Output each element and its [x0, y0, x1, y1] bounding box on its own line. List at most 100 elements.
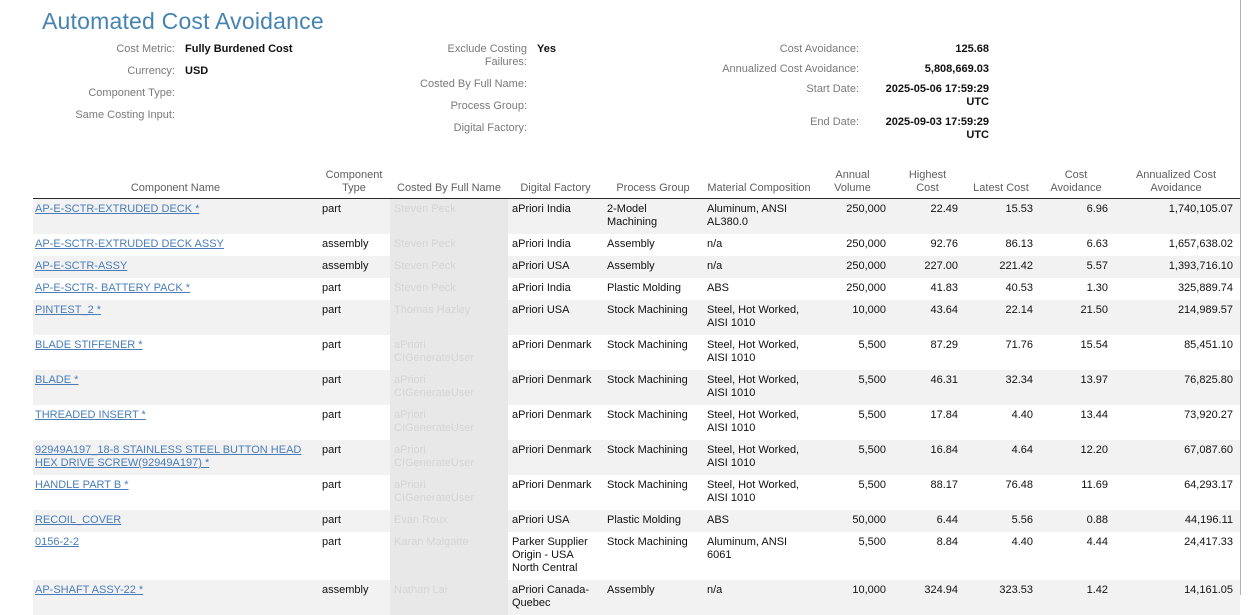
cell-highest-cost: 227.00 [893, 256, 965, 278]
component-name-link[interactable]: AP-E-SCTR-ASSY [35, 260, 127, 272]
meta-pair: Process Group: [405, 100, 667, 113]
cell-process-group: Stock Machining [603, 475, 703, 510]
cell-costed-by: Evan Roux [390, 510, 508, 532]
component-name-cell: AP-E-SCTR-EXTRUDED DECK * [33, 199, 318, 235]
cell-digital-factory: aPriori USA [508, 256, 603, 278]
component-name-link[interactable]: AP-SHAFT ASSY-22 * [35, 584, 143, 596]
meta-label: Annualized Cost Avoidance: [717, 63, 859, 76]
cell-highest-cost: 46.31 [893, 370, 965, 405]
table-body: AP-E-SCTR-EXTRUDED DECK *partSteven Peck… [33, 199, 1240, 615]
component-name-link[interactable]: HANDLE PART B * [35, 479, 129, 491]
cell-type: part [318, 278, 390, 300]
cell-digital-factory: aPriori USA [508, 300, 603, 335]
meta-pair: Start Date:2025-05-06 17:59:29 UTC [717, 83, 989, 109]
cell-latest-cost: 76.48 [965, 475, 1040, 510]
cell-material: Aluminum, ANSI 6061 [703, 532, 815, 580]
cell-process-group: Stock Machining [603, 405, 703, 440]
cell-annualized: 325,889.74 [1115, 278, 1240, 300]
cell-digital-factory: aPriori Denmark [508, 370, 603, 405]
component-name-link[interactable]: RECOIL_COVER [35, 514, 121, 526]
meta-label: Same Costing Input: [33, 109, 175, 122]
cell-cost-avoidance: 5.57 [1040, 256, 1115, 278]
meta-pair: Exclude Costing Failures: Yes [405, 43, 667, 69]
cell-material: Steel, Hot Worked, AISI 1010 [703, 405, 815, 440]
cell-annual-volume: 5,500 [815, 440, 893, 475]
cell-costed-by: Nathan Lai [390, 580, 508, 615]
cell-annual-volume: 5,500 [815, 475, 893, 510]
table-header-row: Component NameComponent TypeCosted By Fu… [33, 168, 1240, 199]
cell-latest-cost: 71.76 [965, 335, 1040, 370]
component-name-link[interactable]: 92949A197_18-8 STAINLESS STEEL BUTTON HE… [35, 444, 301, 469]
cell-costed-by: aPriori CIGenerateUser [390, 335, 508, 370]
component-name-link[interactable]: PINTEST_2 * [35, 304, 101, 316]
meta-label: Process Group: [405, 100, 527, 113]
cell-cost-avoidance: 13.97 [1040, 370, 1115, 405]
cell-latest-cost: 4.64 [965, 440, 1040, 475]
cell-annual-volume: 250,000 [815, 234, 893, 256]
meta-value: Yes [537, 43, 667, 69]
cell-costed-by: aPriori CIGenerateUser [390, 370, 508, 405]
component-name-cell: RECOIL_COVER [33, 510, 318, 532]
column-header: Costed By Full Name [390, 168, 508, 199]
meta-label: Exclude Costing Failures: [405, 43, 527, 69]
table-row: THREADED INSERT *partaPriori CIGenerateU… [33, 405, 1240, 440]
cell-latest-cost: 221.42 [965, 256, 1040, 278]
cell-annual-volume: 250,000 [815, 278, 893, 300]
cell-process-group: Plastic Molding [603, 510, 703, 532]
cell-material: Steel, Hot Worked, AISI 1010 [703, 335, 815, 370]
meta-pair: End Date:2025-09-03 17:59:29 UTC [717, 116, 989, 142]
cell-process-group: 2-Model Machining [603, 199, 703, 235]
cell-digital-factory: aPriori Denmark [508, 475, 603, 510]
table-row: AP-E-SCTR- BATTERY PACK *partSteven Peck… [33, 278, 1240, 300]
meta-value: 5,808,669.03 [869, 63, 989, 76]
table-row: AP-SHAFT ASSY-22 *assemblyNathan LaiaPri… [33, 580, 1240, 615]
cell-material: Steel, Hot Worked, AISI 1010 [703, 300, 815, 335]
cell-annualized: 14,161.05 [1115, 580, 1240, 615]
cell-latest-cost: 32.34 [965, 370, 1040, 405]
cell-latest-cost: 4.40 [965, 405, 1040, 440]
component-name-link[interactable]: BLADE STIFFENER * [35, 339, 143, 351]
table-row: BLADE STIFFENER *partaPriori CIGenerateU… [33, 335, 1240, 370]
cell-digital-factory: Parker Supplier Origin - USA North Centr… [508, 532, 603, 580]
component-name-link[interactable]: AP-E-SCTR- BATTERY PACK * [35, 282, 190, 294]
component-name-cell: AP-E-SCTR-EXTRUDED DECK ASSY [33, 234, 318, 256]
meta-value [537, 78, 667, 91]
cell-costed-by: Thomas Hazley [390, 300, 508, 335]
cell-highest-cost: 8.84 [893, 532, 965, 580]
meta-value: Fully Burdened Cost [185, 43, 375, 56]
cell-process-group: Assembly [603, 256, 703, 278]
cell-annualized: 1,740,105.07 [1115, 199, 1240, 235]
component-name-link[interactable]: AP-E-SCTR-EXTRUDED DECK * [35, 203, 199, 215]
cell-costed-by: aPriori CIGenerateUser [390, 440, 508, 475]
cell-highest-cost: 17.84 [893, 405, 965, 440]
cell-process-group: Stock Machining [603, 300, 703, 335]
cell-digital-factory: aPriori India [508, 278, 603, 300]
cell-type: assembly [318, 234, 390, 256]
component-name-cell: BLADE STIFFENER * [33, 335, 318, 370]
cell-latest-cost: 40.53 [965, 278, 1040, 300]
component-name-link[interactable]: 0156-2-2 [35, 536, 79, 548]
cell-highest-cost: 92.76 [893, 234, 965, 256]
cell-annual-volume: 50,000 [815, 510, 893, 532]
meta-pair: Same Costing Input: [33, 109, 375, 122]
component-name-link[interactable]: THREADED INSERT * [35, 409, 146, 421]
component-name-link[interactable]: BLADE * [35, 374, 78, 386]
cell-material: n/a [703, 234, 815, 256]
cell-type: assembly [318, 580, 390, 615]
cell-cost-avoidance: 21.50 [1040, 300, 1115, 335]
cell-digital-factory: aPriori India [508, 199, 603, 235]
cell-digital-factory: aPriori Denmark [508, 335, 603, 370]
meta-label: Cost Avoidance: [717, 43, 859, 56]
cell-process-group: Stock Machining [603, 335, 703, 370]
component-name-cell: PINTEST_2 * [33, 300, 318, 335]
cell-cost-avoidance: 1.30 [1040, 278, 1115, 300]
component-name-link[interactable]: AP-E-SCTR-EXTRUDED DECK ASSY [35, 238, 224, 250]
table-row: 92949A197_18-8 STAINLESS STEEL BUTTON HE… [33, 440, 1240, 475]
component-name-cell: AP-SHAFT ASSY-22 * [33, 580, 318, 615]
cell-process-group: Plastic Molding [603, 278, 703, 300]
meta-value [185, 87, 375, 100]
cell-type: part [318, 300, 390, 335]
meta-pair: Annualized Cost Avoidance: 5,808,669.03 [717, 63, 989, 76]
cell-type: part [318, 532, 390, 580]
cost-avoidance-table: Component NameComponent TypeCosted By Fu… [33, 168, 1240, 615]
